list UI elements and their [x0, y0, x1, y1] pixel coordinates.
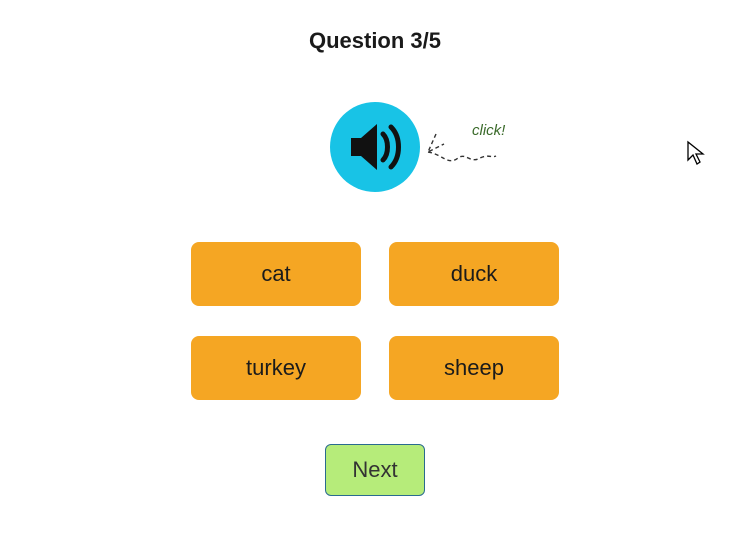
question-counter: Question 3/5 — [309, 28, 441, 54]
options-grid: cat duck turkey sheep — [191, 242, 559, 400]
next-button[interactable]: Next — [325, 444, 425, 496]
speaker-icon — [347, 118, 409, 176]
option-sheep[interactable]: sheep — [389, 336, 559, 400]
option-duck[interactable]: duck — [389, 242, 559, 306]
play-audio-button[interactable] — [330, 102, 420, 192]
click-hint-label: click! — [472, 122, 505, 139]
click-hint: click! — [428, 122, 558, 182]
option-turkey[interactable]: turkey — [191, 336, 361, 400]
option-cat[interactable]: cat — [191, 242, 361, 306]
audio-row: click! — [330, 102, 420, 192]
